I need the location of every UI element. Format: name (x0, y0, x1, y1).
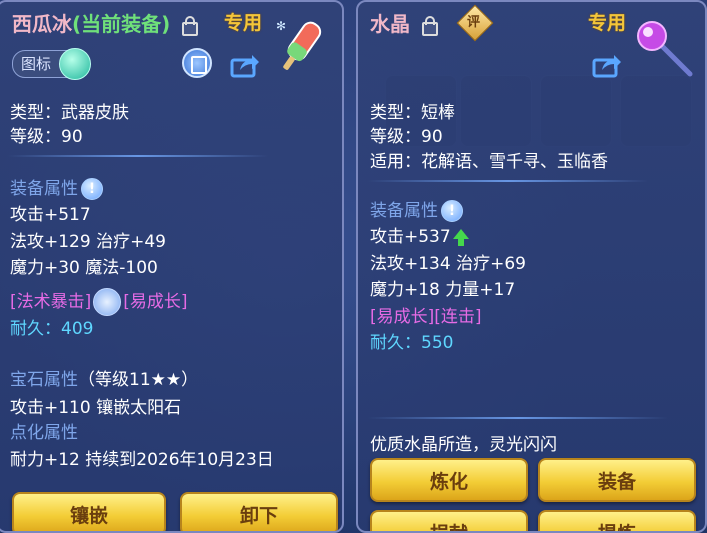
item-title: 西瓜冰(当前装备) (12, 12, 171, 36)
stat-line: 魔力+18 力量+17 (370, 280, 516, 300)
divider (368, 417, 668, 419)
stat-line: 攻击+537 (370, 222, 469, 247)
stat-line: 法攻+134 治疗+69 (370, 254, 526, 274)
lock-icon[interactable] (422, 16, 438, 36)
refine-button[interactable]: 炼化 (370, 458, 528, 502)
wardrobe-icon[interactable] (182, 48, 212, 78)
arrow-up-icon (452, 229, 469, 246)
equip-attr-title: 装备属性! (10, 174, 103, 200)
special-traits: [法术暴击] [易成长] (10, 287, 188, 316)
inlay-button[interactable]: 镶嵌 (12, 492, 166, 531)
share-icon[interactable] (592, 52, 622, 78)
level-line: 等级：90 (370, 127, 443, 147)
watermelon-popsicle-icon: ✻ (276, 19, 322, 70)
level-line: 等级：90 (10, 127, 83, 147)
stat-line: 攻击+517 (10, 205, 91, 225)
durability-line: 耐久：550 (370, 333, 454, 353)
refine-attr-title: 点化属性 (10, 423, 78, 443)
fit-line: 适用：花解语、雪千寻、玉临香 (370, 152, 608, 172)
icon-toggle[interactable]: 图标 (12, 48, 91, 80)
icon-toggle-label: 图标 (21, 55, 52, 73)
refine-line: 耐力+12 持续到2026年10月23日 (10, 450, 274, 470)
type-line: 类型：短棒 (370, 103, 455, 123)
svg-text:✻: ✻ (276, 19, 286, 33)
gem-line: 攻击+110 镶嵌太阳石 (10, 398, 182, 418)
special-traits: [易成长][连击] (370, 307, 482, 327)
info-icon[interactable]: ! (81, 178, 103, 200)
exclusive-label: 专用 (224, 12, 263, 34)
donate-button[interactable]: 捐献 (370, 510, 528, 531)
lock-icon[interactable] (182, 16, 198, 36)
crystal-wand-icon (637, 21, 693, 77)
equip-attr-title: 装备属性! (370, 196, 463, 222)
stat-line: 魔力+30 魔法-100 (10, 258, 158, 278)
item-description: 优质水晶所造，灵光闪闪 (370, 435, 557, 455)
unequip-button[interactable]: 卸下 (180, 492, 338, 531)
durability-line: 耐久：409 (10, 319, 94, 339)
compare-equipment-panel: 水晶 评 专用 类型：短棒 等级：90 适用：花解语、雪千寻、玉临香 装备属性!… (356, 0, 707, 533)
stat-line: 法攻+129 治疗+49 (10, 232, 166, 252)
current-equipment-panel: 西瓜冰(当前装备) 专用 ✻ 图标 类型：武器皮肤 等级：90 装备属性! 攻击… (0, 0, 344, 533)
equip-button[interactable]: 装备 (538, 458, 696, 502)
toggle-knob (59, 48, 91, 80)
extract-button[interactable]: 提炼 (538, 510, 696, 531)
type-line: 类型：武器皮肤 (10, 103, 129, 123)
exclusive-label: 专用 (588, 12, 627, 34)
share-icon[interactable] (230, 52, 260, 78)
growth-icon[interactable] (93, 288, 122, 316)
divider (8, 155, 268, 157)
info-icon[interactable]: ! (441, 200, 463, 222)
item-title: 水晶 (370, 12, 410, 36)
divider (368, 180, 648, 182)
evaluate-label: 评 (467, 15, 481, 30)
gem-attr-title: 宝石属性（等级11★★） (10, 370, 199, 390)
